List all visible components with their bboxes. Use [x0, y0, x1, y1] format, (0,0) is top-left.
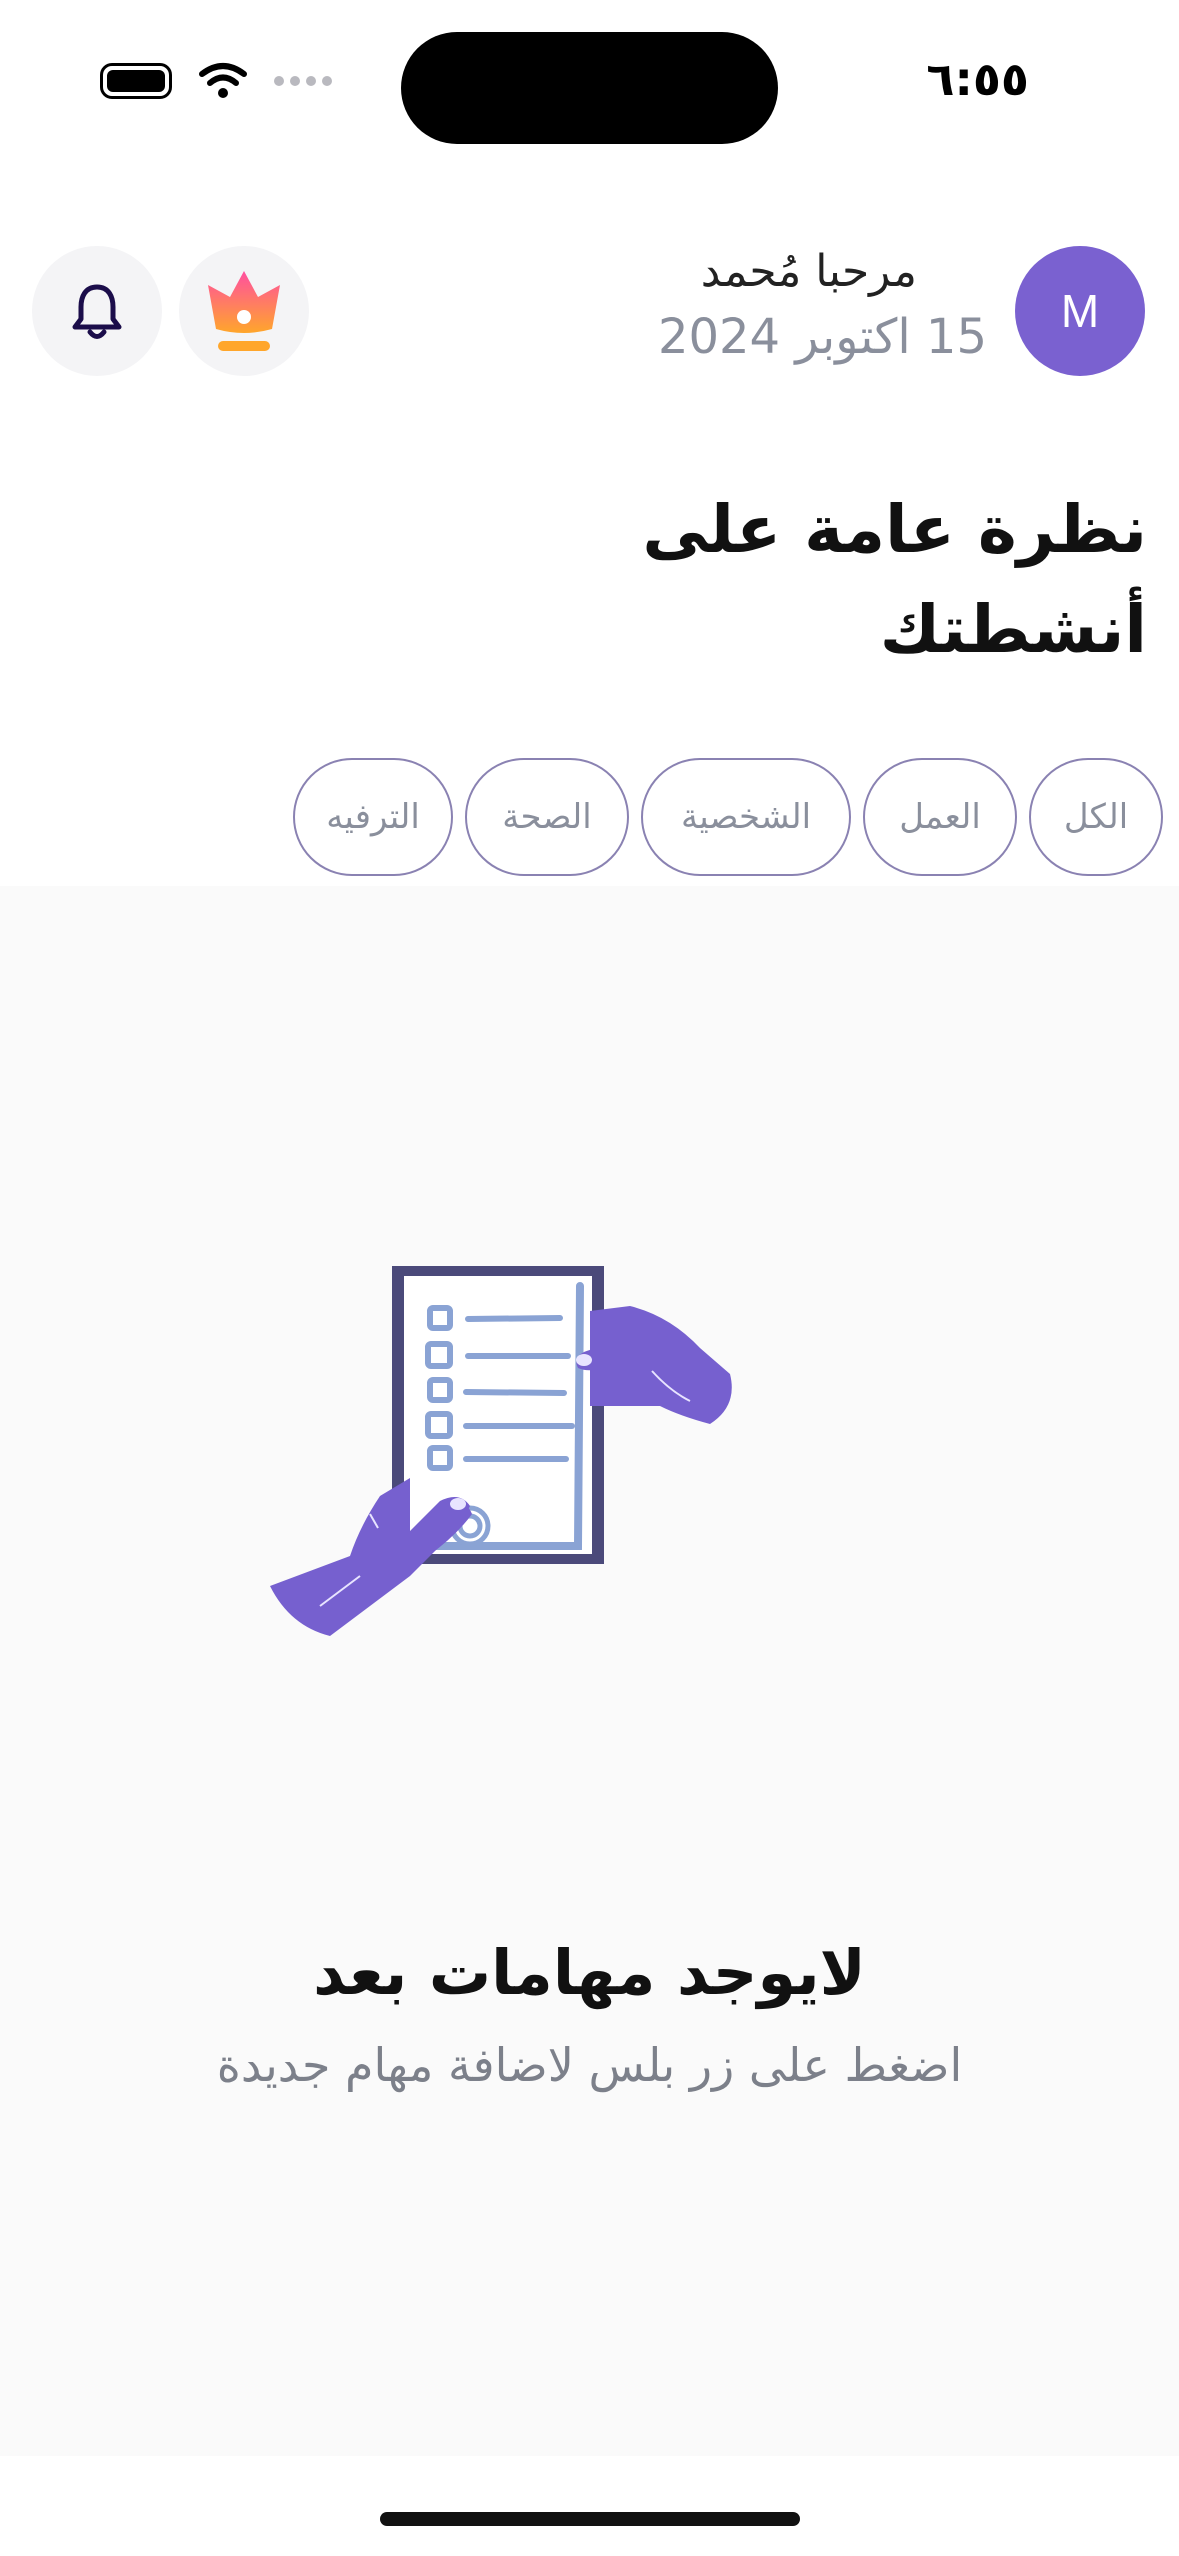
- page-title: نظرة عامة على أنشطتك: [642, 491, 1147, 668]
- tasks-area: لايوجد مهامات بعد اضغط على زر بلس لاضافة…: [0, 886, 1179, 2456]
- filter-chip-all[interactable]: الكل: [1029, 758, 1163, 876]
- header: M مرحبا مُحمد 15 اكتوبر 2024: [0, 240, 1179, 380]
- empty-state-subtitle: اضغط على زر بلس لاضافة مهام جديدة: [216, 2038, 963, 2092]
- empty-tasks-illustration: [270, 1266, 732, 1636]
- wifi-icon: [199, 63, 247, 98]
- bell-icon: [72, 284, 122, 339]
- filter-chip-health[interactable]: الصحة: [465, 758, 629, 876]
- premium-button[interactable]: [179, 246, 309, 376]
- empty-state-title: لايوجد مهامات بعد: [313, 1936, 866, 2009]
- filter-chip-work[interactable]: العمل: [863, 758, 1017, 876]
- filter-chip-entertainment[interactable]: الترفيه: [293, 758, 453, 876]
- status-icons: [100, 62, 332, 100]
- dynamic-island: [401, 32, 778, 144]
- battery-icon: [100, 63, 172, 99]
- avatar[interactable]: M: [1015, 246, 1145, 376]
- greeting-block: مرحبا مُحمد 15 اكتوبر 2024: [658, 246, 987, 365]
- status-time: ٦:٥٥: [926, 52, 1029, 106]
- current-date: 15 اكتوبر 2024: [657, 309, 987, 365]
- status-bar: ٦:٥٥: [0, 0, 1179, 170]
- notifications-button[interactable]: [32, 246, 162, 376]
- home-indicator[interactable]: [380, 2512, 800, 2526]
- greeting-text: مرحبا مُحمد: [700, 246, 917, 297]
- crown-icon: [208, 271, 280, 351]
- category-filter-bar: الكل العمل الشخصية الصحة الترفيه: [293, 758, 1163, 876]
- filter-chip-personal[interactable]: الشخصية: [641, 758, 851, 876]
- cellular-signal-icon: [274, 76, 332, 86]
